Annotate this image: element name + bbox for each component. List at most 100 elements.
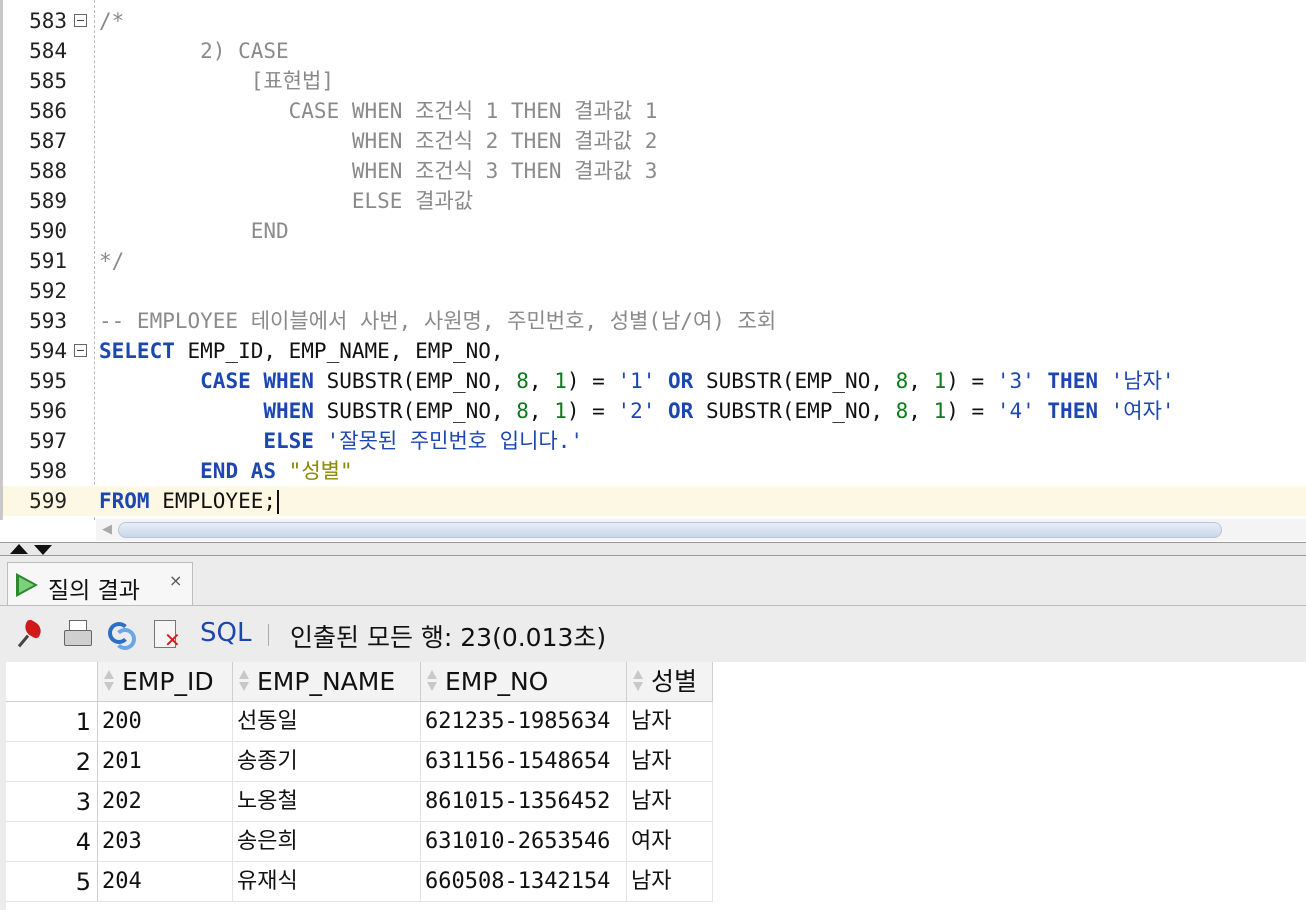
- code-line[interactable]: 584 2) CASE: [3, 36, 1306, 66]
- code-token: [표현법]: [99, 69, 334, 93]
- line-number: 594: [29, 339, 67, 363]
- table-row[interactable]: 1 200 선동일 621235-1985634 남자: [6, 702, 1306, 742]
- editor-horizontal-scrollbar[interactable]: ◀: [96, 519, 1306, 541]
- pin-icon[interactable]: [17, 618, 48, 650]
- code-token: THEN: [1047, 369, 1098, 393]
- code-line[interactable]: 597 ELSE '잘못된 주민번호 입니다.': [3, 426, 1306, 456]
- table-cell[interactable]: 유재식: [233, 862, 421, 902]
- table-cell[interactable]: 201: [98, 742, 233, 782]
- code-line[interactable]: 593 -- EMPLOYEE 테이블에서 사번, 사원명, 주민번호, 성별(남…: [3, 306, 1306, 336]
- code-line[interactable]: 590 END: [3, 216, 1306, 246]
- code-token: SELECT: [99, 339, 175, 363]
- row-number: 4: [6, 822, 98, 862]
- code-text: */: [99, 246, 124, 276]
- table-cell[interactable]: 여자: [627, 822, 713, 862]
- code-token: ELSE 결과값: [99, 189, 474, 213]
- close-icon[interactable]: ×: [169, 571, 182, 590]
- refresh-icon[interactable]: [106, 620, 136, 650]
- table-cell[interactable]: 선동일: [233, 702, 421, 742]
- code-line[interactable]: 599 FROM EMPLOYEE;: [3, 486, 1306, 516]
- export-icon[interactable]: ✕: [152, 620, 182, 650]
- sort-icon[interactable]: [425, 668, 439, 694]
- code-token: '잘못된 주민번호 입니다.': [326, 429, 584, 453]
- code-line[interactable]: 591 */: [3, 246, 1306, 276]
- line-number: 595: [29, 369, 67, 393]
- code-token: '여자': [1110, 399, 1175, 423]
- code-token: 8: [516, 399, 529, 423]
- text-caret: [277, 490, 280, 514]
- code-line[interactable]: 587 WHEN 조건식 2 THEN 결과값 2: [3, 126, 1306, 156]
- code-token: -- EMPLOYEE 테이블에서 사번, 사원명, 주민번호, 성별(남/여)…: [99, 309, 777, 333]
- table-row[interactable]: 5 204 유재식 660508-1342154 남자: [6, 862, 1306, 902]
- code-line[interactable]: 592: [3, 276, 1306, 306]
- code-line[interactable]: 586 CASE WHEN 조건식 1 THEN 결과값 1: [3, 96, 1306, 126]
- table-cell[interactable]: 202: [98, 782, 233, 822]
- code-line[interactable]: 594 SELECT EMP_ID, EMP_NAME, EMP_NO,: [3, 336, 1306, 366]
- col-header-emp-no[interactable]: EMP_NO: [421, 662, 627, 702]
- table-cell[interactable]: 노옹철: [233, 782, 421, 822]
- table-cell[interactable]: 남자: [627, 742, 713, 782]
- sort-icon[interactable]: [631, 668, 645, 694]
- results-grid[interactable]: EMP_ID EMP_NAME EMP_NO 성별 1 200 선동일 621235-198…: [6, 662, 1306, 910]
- table-cell[interactable]: 남자: [627, 702, 713, 742]
- table-cell[interactable]: 204: [98, 862, 233, 902]
- expand-down-icon[interactable]: [34, 545, 52, 555]
- table-cell[interactable]: 631010-2653546: [421, 822, 627, 862]
- fold-collapse-icon[interactable]: [74, 14, 87, 27]
- col-header-emp-id[interactable]: EMP_ID: [98, 662, 233, 702]
- code-line[interactable]: 585 [표현법]: [3, 66, 1306, 96]
- table-cell[interactable]: 송은희: [233, 822, 421, 862]
- scroll-left-icon[interactable]: ◀: [102, 522, 112, 537]
- code-token: ) =: [566, 369, 618, 393]
- code-token: WHEN 조건식 3 THEN 결과값 3: [99, 159, 658, 183]
- table-row[interactable]: 4 203 송은희 631010-2653546 여자: [6, 822, 1306, 862]
- sort-icon[interactable]: [102, 668, 116, 694]
- code-token: ) =: [566, 399, 618, 423]
- table-cell[interactable]: 631156-1548654: [421, 742, 627, 782]
- col-header-emp-name[interactable]: EMP_NAME: [233, 662, 421, 702]
- code-token: CASE WHEN 조건식 1 THEN 결과값 1: [99, 99, 658, 123]
- table-row[interactable]: 3 202 노옹철 861015-1356452 남자: [6, 782, 1306, 822]
- code-token: THEN: [1047, 399, 1098, 423]
- code-token: OR: [668, 399, 694, 423]
- print-icon[interactable]: [62, 620, 92, 650]
- code-token: ,: [528, 369, 555, 393]
- table-cell[interactable]: 621235-1985634: [421, 702, 627, 742]
- line-number: 588: [29, 159, 67, 183]
- tab-label: 질의 결과: [48, 578, 140, 604]
- table-cell[interactable]: 송종기: [233, 742, 421, 782]
- code-line[interactable]: 598 END AS "성별": [3, 456, 1306, 486]
- col-header-gender[interactable]: 성별: [627, 662, 713, 702]
- tab-query-result[interactable]: 질의 결과 ×: [7, 562, 193, 606]
- code-line[interactable]: 596 WHEN SUBSTR(EMP_NO, 8, 1) = '2' OR S…: [3, 396, 1306, 426]
- code-token: ,: [908, 369, 934, 393]
- panel-splitter[interactable]: [0, 542, 1306, 556]
- table-cell[interactable]: 861015-1356452: [421, 782, 627, 822]
- code-line[interactable]: 588 WHEN 조건식 3 THEN 결과값 3: [3, 156, 1306, 186]
- table-cell[interactable]: 남자: [627, 782, 713, 822]
- fold-collapse-icon[interactable]: [74, 344, 87, 357]
- code-line[interactable]: 583 /*: [3, 6, 1306, 36]
- table-cell[interactable]: 남자: [627, 862, 713, 902]
- table-cell[interactable]: 203: [98, 822, 233, 862]
- code-token: EMPLOYEE;: [149, 489, 277, 513]
- column-label: EMP_NO: [445, 667, 549, 696]
- sort-icon[interactable]: [237, 668, 251, 694]
- code-token: ,: [908, 399, 934, 423]
- table-cell[interactable]: 200: [98, 702, 233, 742]
- sql-editor[interactable]: 583/* 584 2) CASE 585 [표현법] 586 CASE WHEN 조…: [0, 0, 1306, 520]
- sql-button[interactable]: SQL: [200, 618, 251, 648]
- expand-up-icon[interactable]: [10, 544, 28, 554]
- scrollbar-thumb[interactable]: [118, 522, 1222, 538]
- code-text: END: [99, 216, 289, 246]
- code-line[interactable]: 595 CASE WHEN SUBSTR(EMP_NO, 8, 1) = '1'…: [3, 366, 1306, 396]
- table-row[interactable]: 2 201 송종기 631156-1548654 남자: [6, 742, 1306, 782]
- code-line[interactable]: 589 ELSE 결과값: [3, 186, 1306, 216]
- column-label: EMP_ID: [122, 667, 214, 696]
- table-cell[interactable]: 660508-1342154: [421, 862, 627, 902]
- line-number: 587: [29, 129, 67, 153]
